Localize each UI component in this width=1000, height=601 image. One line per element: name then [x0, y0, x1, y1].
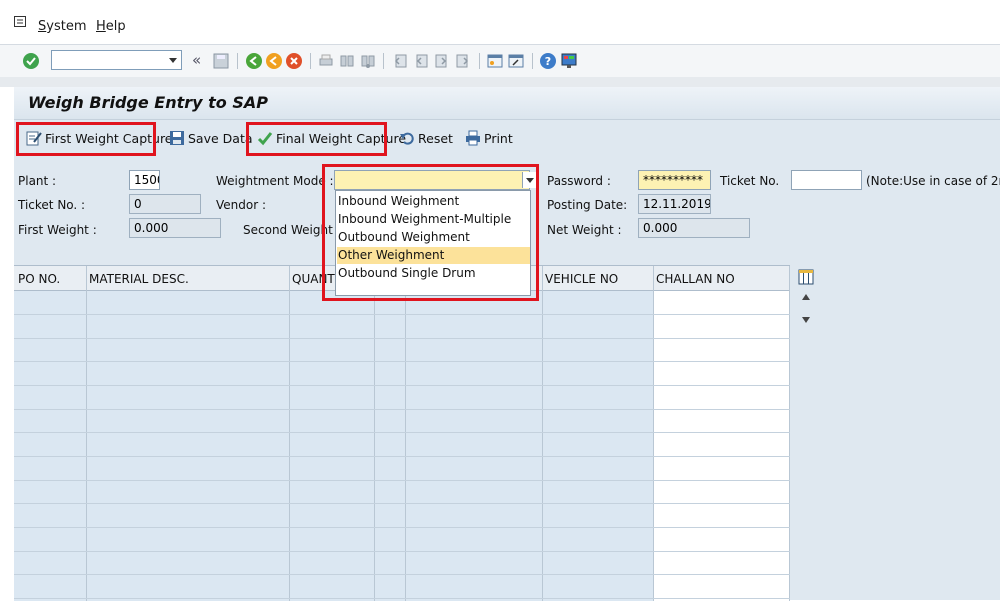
- ticket-no-2-label: Ticket No.: [720, 174, 780, 188]
- menu-bar: System Help: [0, 0, 1000, 44]
- customize-layout-icon[interactable]: [560, 52, 578, 70]
- table-scrollbar[interactable]: [796, 265, 816, 600]
- toolbar-gap: [0, 77, 1000, 87]
- print-icon[interactable]: [317, 52, 335, 70]
- menu-help[interactable]: Help: [96, 19, 126, 34]
- final-weight-capture-highlight: [246, 122, 387, 156]
- net-weight-label: Net Weight :: [547, 223, 622, 237]
- first-weight-field[interactable]: 0.000: [129, 218, 221, 238]
- posting-date-label: Posting Date:: [547, 198, 628, 212]
- scroll-down-icon[interactable]: [802, 317, 810, 323]
- plant-label: Plant :: [18, 174, 57, 188]
- column-header-po-no[interactable]: PO NO.: [18, 272, 60, 286]
- undo-icon: [400, 132, 414, 145]
- table-row[interactable]: [14, 361, 790, 362]
- menu-system[interactable]: System: [38, 19, 87, 34]
- table-row[interactable]: [14, 480, 790, 481]
- toolbar-separator: [383, 53, 384, 69]
- plant-field[interactable]: 1500: [129, 170, 160, 190]
- weightment-mode-highlight: [322, 164, 539, 301]
- password-field[interactable]: **********: [638, 170, 711, 190]
- find-icon[interactable]: [338, 52, 356, 70]
- page-title: Weigh Bridge Entry to SAP: [28, 93, 268, 112]
- save-data-label: Save Data: [188, 130, 253, 146]
- table-row[interactable]: [14, 574, 790, 575]
- table-row[interactable]: [14, 314, 790, 315]
- items-table: PO NO. MATERIAL DESC. QUANTI VEHICLE NO …: [14, 265, 790, 601]
- back-icon[interactable]: [245, 52, 263, 70]
- shortcut-icon[interactable]: [507, 52, 525, 70]
- column-settings-icon[interactable]: [798, 269, 814, 285]
- save-data-button[interactable]: Save Data: [165, 124, 253, 152]
- first-page-icon[interactable]: [391, 52, 409, 70]
- table-row[interactable]: [14, 598, 790, 599]
- ticket-no-2-field[interactable]: [791, 170, 862, 190]
- table-row[interactable]: [14, 503, 790, 504]
- collapse-icon[interactable]: «: [192, 51, 201, 69]
- print-button[interactable]: Print: [461, 124, 513, 152]
- vendor-label: Vendor :: [216, 198, 267, 212]
- net-weight-field[interactable]: 0.000: [638, 218, 750, 238]
- table-row[interactable]: [14, 551, 790, 552]
- toolbar-separator: [310, 53, 311, 69]
- toolbar-separator: [237, 53, 238, 69]
- reset-label: Reset: [418, 130, 453, 146]
- new-session-icon[interactable]: [486, 52, 504, 70]
- next-page-icon[interactable]: [433, 52, 451, 70]
- save-icon: [170, 131, 184, 145]
- help-icon[interactable]: ?: [539, 52, 557, 70]
- column-header-vehicle-no[interactable]: VEHICLE NO: [545, 272, 618, 286]
- last-page-icon[interactable]: [454, 52, 472, 70]
- exit-icon[interactable]: [265, 52, 283, 70]
- table-row[interactable]: [14, 456, 790, 457]
- svg-text:?: ?: [545, 55, 551, 68]
- cancel-icon[interactable]: [285, 52, 303, 70]
- column-header-challan-no[interactable]: CHALLAN NO: [656, 272, 735, 286]
- table-row[interactable]: [14, 527, 790, 528]
- save-icon[interactable]: [212, 52, 230, 70]
- find-next-icon[interactable]: [359, 52, 377, 70]
- toolbar-separator: [532, 53, 533, 69]
- scroll-up-icon[interactable]: [802, 294, 810, 300]
- ticket-no-label: Ticket No. :: [18, 198, 86, 212]
- application-toolbar: First Weight Capture Save Data Final Wei…: [14, 120, 1000, 158]
- first-weight-label: First Weight :: [18, 223, 97, 237]
- chevron-down-icon[interactable]: [169, 58, 177, 63]
- password-label: Password :: [547, 174, 611, 188]
- title-bar: Weigh Bridge Entry to SAP: [14, 87, 1000, 120]
- weightment-mode-label: Weightment Mode :: [216, 174, 334, 188]
- print-icon: [466, 130, 480, 146]
- previous-page-icon[interactable]: [412, 52, 430, 70]
- posting-date-field[interactable]: 12.11.2019: [638, 194, 711, 214]
- table-row[interactable]: [14, 432, 790, 433]
- table-row[interactable]: [14, 385, 790, 386]
- reset-button[interactable]: Reset: [395, 124, 453, 152]
- standard-toolbar: « ?: [0, 44, 1000, 78]
- enter-icon[interactable]: [22, 52, 40, 70]
- column-header-material-desc[interactable]: MATERIAL DESC.: [89, 272, 189, 286]
- print-label: Print: [484, 130, 513, 146]
- toolbar-separator: [479, 53, 480, 69]
- table-row[interactable]: [14, 409, 790, 410]
- table-row[interactable]: [14, 338, 790, 339]
- note-text: (Note:Use in case of 2nd W: [866, 174, 1000, 188]
- menu-icon[interactable]: [14, 16, 26, 27]
- first-weight-capture-highlight: [16, 122, 156, 156]
- ticket-no-field[interactable]: 0: [129, 194, 201, 214]
- command-field[interactable]: [51, 50, 182, 70]
